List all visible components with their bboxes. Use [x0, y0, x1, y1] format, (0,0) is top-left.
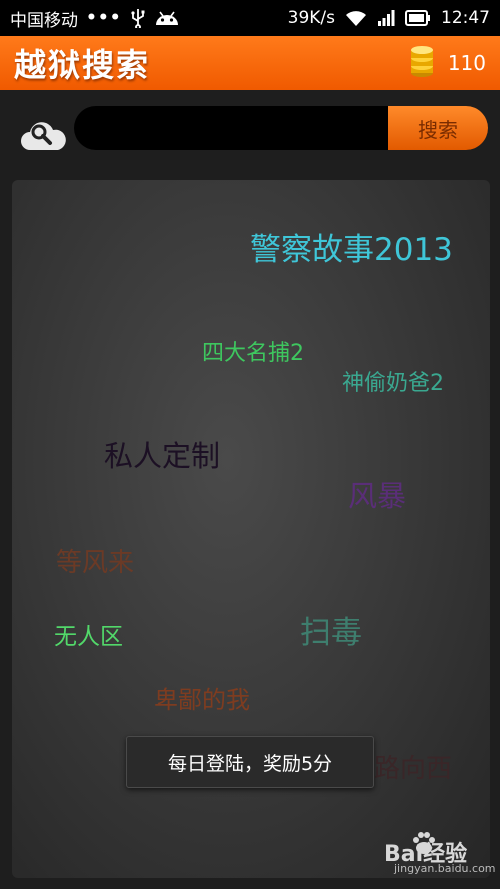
- daily-login-toast: 每日登陆，奖励5分: [126, 736, 374, 788]
- coins-display[interactable]: 110: [408, 44, 486, 82]
- network-speed: 39K/s: [287, 8, 335, 28]
- baidu-paw-icon: [410, 830, 438, 860]
- battery-icon: [405, 10, 431, 26]
- tag-item[interactable]: 四大名捕2: [202, 335, 304, 367]
- coins-count: 110: [447, 51, 486, 75]
- tag-item[interactable]: 等风来: [56, 542, 134, 579]
- tag-item[interactable]: 卑鄙的我: [154, 680, 250, 715]
- tag-item[interactable]: 私人定制: [104, 433, 220, 475]
- tag-item[interactable]: 警察故事2013: [250, 224, 453, 269]
- coins-icon: [408, 44, 436, 82]
- usb-icon: [130, 8, 146, 28]
- watermark-url: jingyan.baidu.com: [394, 862, 496, 875]
- tag-item[interactable]: 风暴: [348, 473, 406, 515]
- tag-item[interactable]: 神偷奶爸2: [342, 365, 444, 397]
- tag-item[interactable]: 无人区: [54, 617, 123, 651]
- app-header: 越狱搜索 110: [0, 36, 500, 90]
- signal-icon: [377, 9, 395, 27]
- cloud-search-icon[interactable]: [20, 114, 68, 154]
- search-input[interactable]: [74, 106, 388, 150]
- android-icon: [154, 9, 180, 27]
- app-title: 越狱搜索: [14, 46, 151, 84]
- tag-item[interactable]: 路向西: [374, 748, 452, 785]
- search-row: 搜索: [0, 90, 500, 176]
- wifi-icon: [345, 9, 367, 27]
- search-box: 搜索: [74, 106, 488, 150]
- tag-item[interactable]: 扫毒: [300, 607, 362, 652]
- notification-dots: •••: [86, 8, 122, 28]
- clock: 12:47: [441, 8, 490, 28]
- carrier-label: 中国移动: [10, 10, 78, 31]
- status-bar: 中国移动 ••• 39K/s 12:47: [0, 0, 500, 36]
- search-button[interactable]: 搜索: [388, 106, 488, 150]
- baidu-watermark: Bai经验 jingyan.baidu.com: [384, 832, 496, 875]
